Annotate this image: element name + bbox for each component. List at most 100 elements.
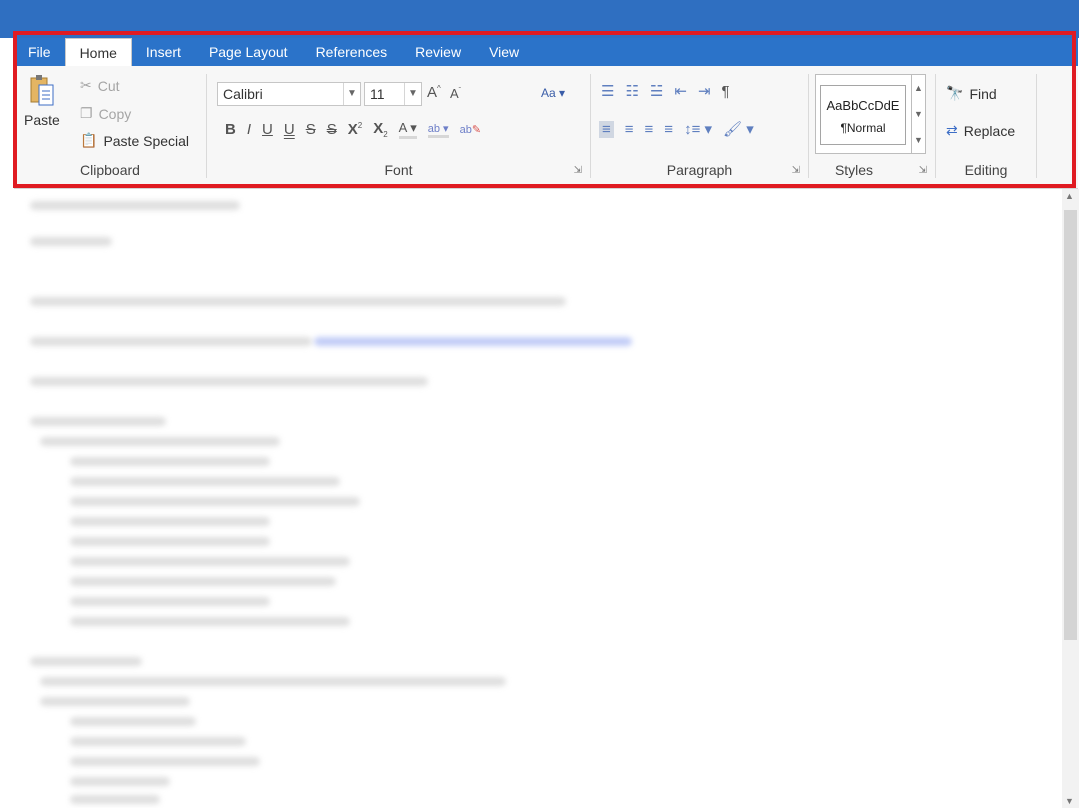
- align-right-icon[interactable]: ≡: [645, 121, 654, 138]
- blurred-text: [70, 757, 260, 766]
- replace-label: Replace: [963, 122, 1016, 139]
- increase-indent-icon[interactable]: ⇥: [698, 82, 711, 100]
- blurred-text: [40, 697, 190, 706]
- italic-icon[interactable]: I: [247, 121, 251, 138]
- pilcrow-icon[interactable]: ¶: [722, 83, 730, 100]
- justify-icon[interactable]: ≡: [664, 121, 673, 138]
- tab-view[interactable]: View: [475, 38, 533, 66]
- line-spacing-icon[interactable]: ↕≡ ▾: [684, 120, 712, 138]
- title-bar: [0, 0, 1079, 38]
- font-family-value: Calibri: [223, 86, 263, 102]
- blurred-text: [30, 297, 566, 306]
- double-strikethrough-icon[interactable]: S: [327, 121, 337, 138]
- replace-button[interactable]: ⇄ Replace: [946, 122, 1015, 139]
- clear-formatting-icon[interactable]: ab✎: [460, 123, 481, 136]
- font-group-label: Font: [384, 162, 413, 178]
- numbering-icon[interactable]: ☷: [625, 82, 638, 100]
- blurred-text: [30, 417, 166, 426]
- font-size-select[interactable]: 11 ▼: [364, 82, 422, 106]
- blurred-text: [70, 537, 270, 546]
- blurred-text: [70, 557, 350, 566]
- blurred-text: [70, 577, 336, 586]
- app-window: File Home Insert Page Layout References …: [0, 0, 1079, 808]
- bullets-icon[interactable]: ☰: [601, 82, 614, 100]
- font-dialog-launcher-icon[interactable]: ⇲: [574, 165, 582, 176]
- copy-button[interactable]: ❐ Copy: [80, 105, 131, 122]
- blurred-text: [30, 337, 312, 346]
- paste-label: Paste: [24, 112, 60, 128]
- tab-insert[interactable]: Insert: [132, 38, 195, 66]
- paragraph-lists-row: ☰ ☷ ☱ ⇤ ⇥ ¶: [601, 82, 730, 101]
- change-case-icon[interactable]: Aa ▾: [541, 86, 565, 100]
- shading-icon[interactable]: 🖌 ▾: [723, 120, 754, 138]
- align-left-icon[interactable]: ≡: [599, 120, 614, 138]
- copy-icon: ❐: [80, 105, 93, 121]
- paste-button[interactable]: Paste: [24, 74, 60, 128]
- separator: [1036, 74, 1037, 178]
- scissors-icon: ✂: [80, 77, 92, 93]
- blurred-text: [30, 237, 112, 246]
- find-button[interactable]: 🔭 Find: [946, 85, 997, 102]
- tab-page-layout[interactable]: Page Layout: [195, 38, 302, 66]
- blurred-text: [70, 517, 270, 526]
- chevron-down-icon: ▼: [404, 83, 421, 105]
- paste-special-label: Paste Special: [103, 132, 190, 149]
- grow-font-icon[interactable]: A^: [427, 84, 441, 101]
- blurred-text: [30, 201, 240, 210]
- double-underline-icon[interactable]: U: [284, 121, 295, 138]
- blurred-text: [70, 457, 270, 466]
- tab-home[interactable]: Home: [64, 38, 132, 66]
- chevron-down-icon: ▼: [343, 83, 360, 105]
- copy-label: Copy: [98, 105, 132, 122]
- subscript-icon[interactable]: X2: [373, 120, 387, 139]
- ribbon-tab-bar: File Home Insert Page Layout References …: [14, 38, 1078, 66]
- font-group: Calibri ▼ 11 ▼ A^ Aˇ Aa ▾ B I U U S S X2…: [207, 66, 590, 188]
- tab-review[interactable]: Review: [401, 38, 475, 66]
- highlight-color-icon[interactable]: ab ▾: [427, 122, 449, 138]
- shrink-font-icon[interactable]: Aˇ: [450, 86, 461, 101]
- blurred-text: [40, 437, 280, 446]
- paste-special-button[interactable]: 📋 Paste Special: [80, 132, 189, 149]
- tab-references[interactable]: References: [302, 38, 402, 66]
- multilevel-list-icon[interactable]: ☱: [650, 82, 663, 100]
- font-size-value: 11: [370, 86, 385, 102]
- font-color-icon[interactable]: A ▾: [398, 120, 417, 139]
- paragraph-group: ☰ ☷ ☱ ⇤ ⇥ ¶ ≡ ≡ ≡ ≡ ↕≡ ▾ 🖌 ▾ Paragraph ⇲: [591, 66, 808, 188]
- underline-icon[interactable]: U: [262, 121, 273, 138]
- blurred-text: [70, 477, 340, 486]
- blurred-link: [314, 337, 632, 346]
- blurred-text: [30, 657, 142, 666]
- strikethrough-icon[interactable]: S: [306, 121, 316, 138]
- editing-group: 🔭 Find ⇄ Replace Editing: [936, 66, 1036, 188]
- bold-icon[interactable]: B: [225, 121, 236, 138]
- scroll-down-icon[interactable]: ▼: [1065, 796, 1074, 806]
- font-format-row: B I U U S S X2 X2 A ▾ ab ▾ ab✎: [225, 120, 481, 139]
- scrollbar-thumb[interactable]: [1064, 210, 1077, 640]
- decrease-indent-icon[interactable]: ⇤: [674, 82, 687, 100]
- blurred-text: [30, 377, 428, 386]
- binoculars-icon: 🔭: [946, 85, 964, 101]
- styles-dialog-launcher-icon[interactable]: ⇲: [919, 165, 927, 176]
- align-center-icon[interactable]: ≡: [625, 121, 634, 138]
- paste-icon: [30, 75, 54, 106]
- blurred-text: [70, 717, 196, 726]
- clipboard-group-label: Clipboard: [80, 162, 140, 178]
- clipboard-group: Paste ✂ Cut ❐ Copy 📋 Paste Special Clipb…: [14, 66, 206, 188]
- scroll-up-icon[interactable]: ▲: [1065, 191, 1074, 201]
- blurred-text: [70, 737, 246, 746]
- font-family-select[interactable]: Calibri ▼: [217, 82, 361, 106]
- paste-special-icon: 📋: [80, 132, 98, 148]
- ribbon: Paste ✂ Cut ❐ Copy 📋 Paste Special Clipb…: [14, 66, 1078, 189]
- document-canvas[interactable]: [14, 189, 1061, 808]
- editing-group-label: Editing: [964, 162, 1008, 178]
- cut-label: Cut: [97, 77, 120, 94]
- tab-file[interactable]: File: [14, 38, 65, 66]
- find-label: Find: [969, 85, 997, 102]
- superscript-icon[interactable]: X2: [348, 121, 362, 138]
- styles-group: Styles ⇲: [809, 66, 935, 188]
- styles-group-label: Styles: [834, 162, 874, 178]
- window-left-edge: [0, 38, 15, 808]
- blurred-text: [70, 795, 160, 804]
- blurred-text: [40, 677, 506, 686]
- cut-button[interactable]: ✂ Cut: [80, 77, 120, 94]
